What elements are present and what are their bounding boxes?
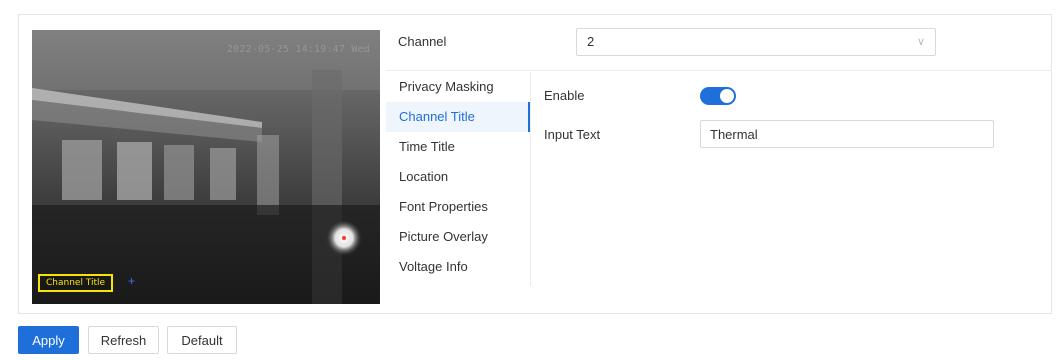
header-divider bbox=[386, 70, 1052, 71]
menu-item-channel-title[interactable]: Channel Title bbox=[386, 102, 530, 132]
enable-toggle[interactable] bbox=[700, 87, 736, 105]
channel-label: Channel bbox=[398, 34, 447, 49]
chevron-down-icon: ∨ bbox=[916, 36, 925, 48]
apply-button[interactable]: Apply bbox=[18, 326, 79, 354]
refresh-button[interactable]: Refresh bbox=[88, 326, 159, 354]
menu-item-font-properties[interactable]: Font Properties bbox=[386, 192, 530, 222]
menu-item-voltage-info[interactable]: Voltage Info bbox=[386, 252, 530, 282]
crosshair-icon: + bbox=[128, 274, 136, 288]
menu-divider bbox=[530, 72, 531, 286]
channel-select-value: 2 bbox=[587, 34, 595, 49]
input-text-field[interactable] bbox=[700, 120, 994, 148]
menu-item-privacy-masking[interactable]: Privacy Masking bbox=[386, 72, 530, 102]
enable-label: Enable bbox=[544, 88, 585, 103]
toggle-knob bbox=[720, 89, 734, 103]
video-preview: 2022-05-25 14:19:47 Wed + Channel Title bbox=[32, 30, 380, 304]
osd-settings-menu: Privacy Masking Channel Title Time Title… bbox=[386, 72, 530, 282]
osd-channel-title-box[interactable]: Channel Title bbox=[38, 274, 114, 292]
menu-item-location[interactable]: Location bbox=[386, 162, 530, 192]
input-text-label: Input Text bbox=[544, 127, 601, 142]
menu-item-time-title[interactable]: Time Title bbox=[386, 132, 530, 162]
thermal-image bbox=[32, 30, 380, 304]
menu-item-picture-overlay[interactable]: Picture Overlay bbox=[386, 222, 530, 252]
channel-select[interactable]: 2 ∨ bbox=[576, 28, 936, 56]
default-button[interactable]: Default bbox=[167, 326, 237, 354]
osd-timestamp: 2022-05-25 14:19:47 Wed bbox=[226, 44, 370, 55]
